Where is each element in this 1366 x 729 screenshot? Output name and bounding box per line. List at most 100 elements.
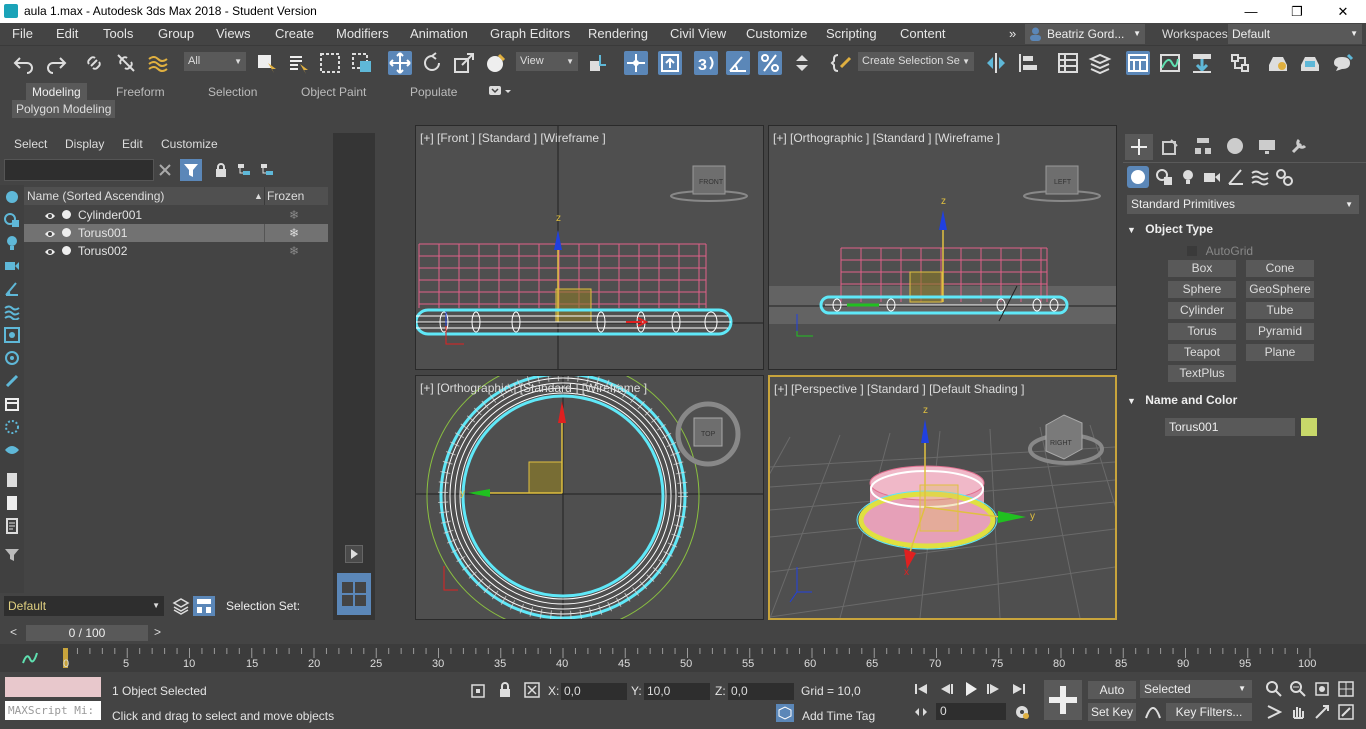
object-name-input[interactable]: Torus001 [1165,418,1295,436]
tube-button[interactable]: Tube [1246,302,1314,319]
close-button[interactable]: ✕ [1320,0,1366,23]
display-spacewarps-icon[interactable] [4,304,20,321]
textplus-button[interactable]: TextPlus [1168,365,1236,382]
name-and-color-rollout[interactable]: ▼ Name and Color [1127,393,1359,411]
select-by-name-icon[interactable] [286,51,310,75]
sort-hierarchy-icon[interactable] [237,163,251,177]
menu-create[interactable]: Create [275,26,314,41]
previous-frame-icon[interactable] [940,683,954,695]
systems-icon[interactable] [1275,168,1293,186]
render-toggle-icon[interactable] [62,228,71,237]
cone-button[interactable]: Cone [1246,260,1314,277]
maxscript-listener-output[interactable] [5,677,101,697]
zoom-extents-all-icon[interactable] [1338,681,1354,697]
menu-tools[interactable]: Tools [103,26,133,41]
object-type-rollout[interactable]: ▼ Object Type [1127,222,1359,240]
isolate-selection-icon[interactable] [470,683,486,699]
named-selection-set-dropdown[interactable]: Create Selection Se [858,52,974,71]
display-groups-icon[interactable] [4,327,20,343]
sphere-button[interactable]: Sphere [1168,281,1236,298]
toggle-ribbon-icon[interactable] [1126,51,1150,75]
tab-modeling[interactable]: Modeling [26,83,87,101]
next-frame-button[interactable]: > [154,625,161,639]
pan-view-icon[interactable] [1290,704,1306,720]
display-none-icon[interactable] [4,495,20,511]
viewport-perspective[interactable]: z y x RIGHT [+] [Perspective ] [Standard… [768,375,1117,620]
selection-lock-icon[interactable] [498,682,512,698]
viewport-layout-icon[interactable] [337,573,371,615]
time-slider-handle[interactable]: 0 / 100 [26,625,148,641]
field-of-view-icon[interactable] [1266,704,1283,720]
unlink-icon[interactable] [114,51,138,75]
viewport-label[interactable]: [+] [Perspective ] [Standard ] [Default … [774,382,1024,396]
absolute-mode-icon[interactable] [524,682,540,698]
shapes-icon[interactable] [1155,168,1173,186]
spinner-snap-icon[interactable] [790,51,814,75]
create-panel-icon[interactable] [1125,134,1153,160]
go-to-end-icon[interactable] [1012,683,1026,695]
rendered-frame-window-icon[interactable] [1298,51,1322,75]
x-coordinate-input[interactable]: 0,0 [561,683,627,700]
object-color-swatch[interactable] [1301,418,1317,436]
schematic-view-icon[interactable] [1190,51,1214,75]
explorer-menu-customize[interactable]: Customize [161,137,218,151]
clear-search-icon[interactable] [158,163,172,177]
motion-panel-icon[interactable] [1225,136,1245,156]
box-button[interactable]: Box [1168,260,1236,277]
ribbon-options-icon[interactable] [488,84,512,98]
expand-layout-icon[interactable] [345,545,363,563]
render-setup-icon[interactable] [1266,51,1290,75]
display-panel-icon[interactable] [1257,136,1277,156]
primitive-category-dropdown[interactable]: Standard Primitives ▼ [1127,195,1359,214]
undo-icon[interactable] [12,51,36,75]
redo-icon[interactable] [44,51,68,75]
table-row[interactable]: Torus002 ❄ [24,242,328,260]
menu-views[interactable]: Views [216,26,250,41]
user-account-dropdown[interactable]: Beatriz Gord... ▼ [1025,24,1145,44]
filter-strip-icon[interactable] [4,547,20,563]
menu-group[interactable]: Group [158,26,194,41]
snowflake-icon[interactable]: ❄ [289,242,299,260]
zoom-all-icon[interactable] [1290,681,1306,697]
menu-customize[interactable]: Customize [746,26,807,41]
workspaces-dropdown[interactable]: Default ▼ [1228,24,1362,44]
tab-populate[interactable]: Populate [404,83,463,101]
tab-freeform[interactable]: Freeform [110,83,171,101]
column-name-header[interactable]: Name (Sorted Ascending) [27,187,164,205]
autogrid-checkbox[interactable]: AutoGrid [1187,244,1253,258]
z-coordinate-input[interactable]: 0,0 [728,683,794,700]
angle-snap-icon[interactable] [726,51,750,75]
tab-object-paint[interactable]: Object Paint [295,83,372,101]
select-and-move-icon[interactable] [388,51,412,75]
pivot-center-icon[interactable] [586,51,610,75]
select-and-scale-icon[interactable] [452,51,476,75]
menu-content[interactable]: Content [900,26,946,41]
filter-icon[interactable] [180,159,202,181]
plane-button[interactable]: Plane [1246,344,1314,361]
maxscript-input[interactable]: MAXScript Mi: [5,701,101,720]
percent-snap-icon[interactable] [758,51,782,75]
menu-edit[interactable]: Edit [56,26,78,41]
eye-icon[interactable] [44,209,56,221]
geosphere-button[interactable]: GeoSphere [1246,281,1314,298]
invert-display-icon[interactable] [4,518,20,534]
window-crossing-icon[interactable] [350,51,374,75]
toggle-scene-explorer-icon[interactable] [1056,51,1080,75]
display-frozen-icon[interactable] [4,442,20,458]
zoom-extents-icon[interactable] [1314,681,1330,697]
menu-graph-editors[interactable]: Graph Editors [490,26,570,41]
lights-icon[interactable] [1179,168,1197,186]
explorer-menu-edit[interactable]: Edit [122,137,143,151]
explorer-menu-select[interactable]: Select [14,137,47,151]
eye-icon[interactable] [44,245,56,257]
display-containers-icon[interactable] [4,396,20,412]
reference-coordinate-dropdown[interactable]: View [516,52,578,71]
key-selection-dropdown[interactable]: Selected ▼ [1140,680,1252,698]
display-cameras-icon[interactable] [4,258,20,274]
display-helpers-icon[interactable] [4,281,20,297]
display-shapes-icon[interactable] [4,212,20,228]
viewport-orthographic-top[interactable]: y TOP [+] [Orthographic ] [Standard ] [W… [415,375,764,620]
orbit-icon[interactable] [1314,704,1330,720]
play-icon[interactable] [964,681,978,697]
space-warps-icon[interactable] [1251,168,1269,186]
